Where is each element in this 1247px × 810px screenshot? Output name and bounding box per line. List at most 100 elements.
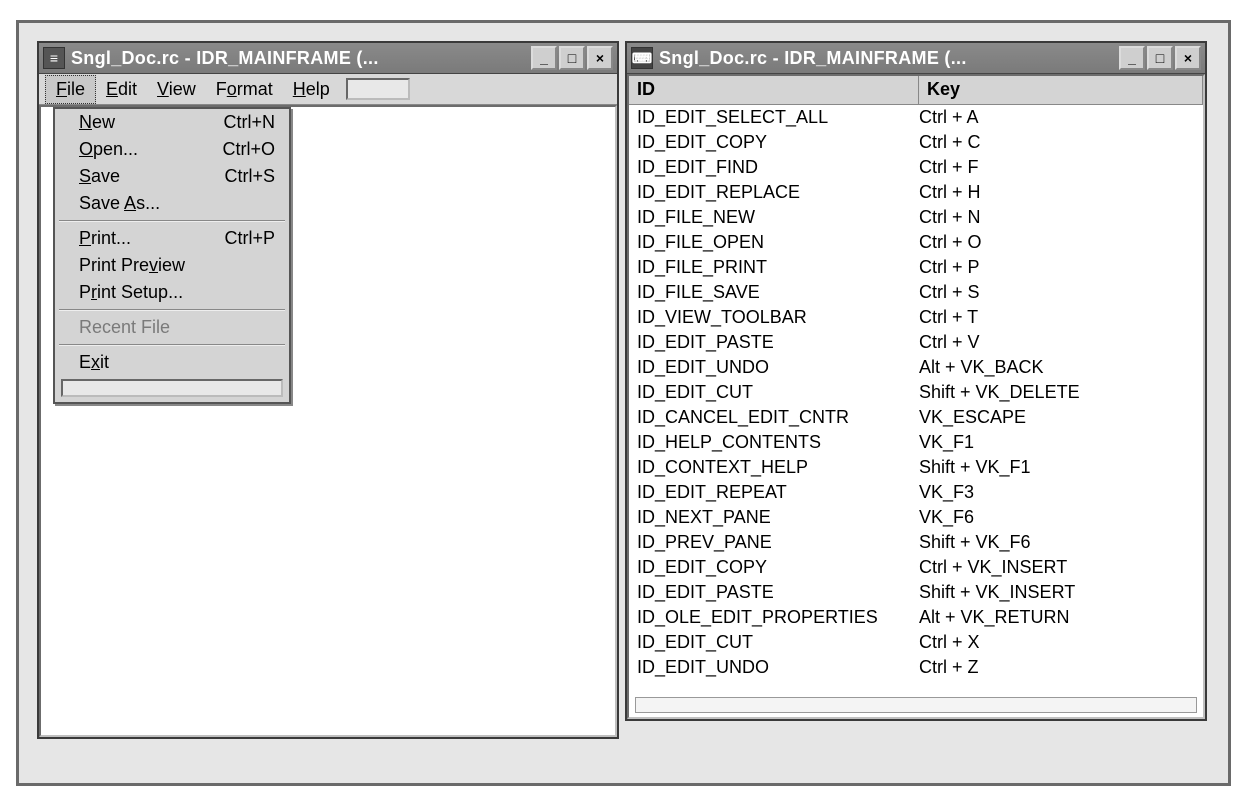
accel-key: Ctrl + Z: [919, 655, 1195, 680]
maximize-button[interactable]: □: [559, 46, 585, 70]
accel-id: ID_EDIT_FIND: [637, 155, 919, 180]
accel-key: Shift + VK_F1: [919, 455, 1195, 480]
menu-format[interactable]: Format: [206, 76, 283, 103]
table-row[interactable]: ID_EDIT_PASTEShift + VK_INSERT: [629, 580, 1203, 605]
close-button[interactable]: ×: [1175, 46, 1201, 70]
accel-id: ID_NEXT_PANE: [637, 505, 919, 530]
accel-id: ID_OLE_EDIT_PROPERTIES: [637, 605, 919, 630]
column-headers: ID Key: [629, 76, 1203, 105]
accel-id: ID_EDIT_PASTE: [637, 330, 919, 355]
table-row[interactable]: ID_EDIT_PASTECtrl + V: [629, 330, 1203, 355]
table-row[interactable]: ID_EDIT_CUTCtrl + X: [629, 630, 1203, 655]
menu-view[interactable]: View: [147, 76, 206, 103]
accel-id: ID_EDIT_PASTE: [637, 580, 919, 605]
table-row[interactable]: ID_EDIT_REPEATVK_F3: [629, 480, 1203, 505]
menu-client-area: New Ctrl+N Open... Ctrl+O Save Ctrl+S: [39, 105, 617, 737]
menu-print-setup[interactable]: Print Setup...: [55, 279, 289, 306]
accel-id: ID_EDIT_CUT: [637, 380, 919, 405]
menu-editor-icon: ≡: [43, 47, 65, 69]
separator: [59, 344, 285, 346]
accel-key: VK_F6: [919, 505, 1195, 530]
table-row[interactable]: ID_EDIT_UNDOAlt + VK_BACK: [629, 355, 1203, 380]
minimize-button[interactable]: _: [531, 46, 557, 70]
table-row[interactable]: ID_CONTEXT_HELPShift + VK_F1: [629, 455, 1203, 480]
accelerator-rows: ID_EDIT_SELECT_ALLCtrl + AID_EDIT_COPYCt…: [629, 105, 1203, 695]
table-row[interactable]: ID_FILE_NEWCtrl + N: [629, 205, 1203, 230]
accel-key: Ctrl + T: [919, 305, 1195, 330]
accel-id: ID_VIEW_TOOLBAR: [637, 305, 919, 330]
table-row[interactable]: ID_EDIT_COPYCtrl + VK_INSERT: [629, 555, 1203, 580]
table-row[interactable]: ID_EDIT_REPLACECtrl + H: [629, 180, 1203, 205]
accel-id: ID_FILE_OPEN: [637, 230, 919, 255]
accel-key: Ctrl + X: [919, 630, 1195, 655]
table-row[interactable]: ID_NEXT_PANEVK_F6: [629, 505, 1203, 530]
menu-exit[interactable]: Exit: [55, 349, 289, 376]
new-accelerator-slot[interactable]: [635, 697, 1197, 713]
accel-id: ID_EDIT_UNDO: [637, 355, 919, 380]
menu-save-as[interactable]: Save As...: [55, 190, 289, 217]
menu-new[interactable]: New Ctrl+N: [55, 109, 289, 136]
menu-edit[interactable]: Edit: [96, 76, 147, 103]
titlebar-left[interactable]: ≡ Sngl_Doc.rc - IDR_MAINFRAME (... _ □ ×: [39, 43, 617, 74]
table-row[interactable]: ID_CANCEL_EDIT_CNTRVK_ESCAPE: [629, 405, 1203, 430]
separator: [59, 309, 285, 311]
table-row[interactable]: ID_FILE_PRINTCtrl + P: [629, 255, 1203, 280]
accel-key: Shift + VK_DELETE: [919, 380, 1195, 405]
table-row[interactable]: ID_EDIT_UNDOCtrl + Z: [629, 655, 1203, 680]
accel-key: Ctrl + S: [919, 280, 1195, 305]
table-row[interactable]: ID_EDIT_COPYCtrl + C: [629, 130, 1203, 155]
accel-id: ID_CANCEL_EDIT_CNTR: [637, 405, 919, 430]
accel-key: Ctrl + H: [919, 180, 1195, 205]
accel-id: ID_HELP_CONTENTS: [637, 430, 919, 455]
accel-key: VK_F1: [919, 430, 1195, 455]
close-button[interactable]: ×: [587, 46, 613, 70]
separator: [59, 220, 285, 222]
accel-key: Ctrl + N: [919, 205, 1195, 230]
table-row[interactable]: ID_OLE_EDIT_PROPERTIESAlt + VK_RETURN: [629, 605, 1203, 630]
new-top-menu-slot[interactable]: [346, 78, 410, 100]
accel-id: ID_EDIT_SELECT_ALL: [637, 105, 919, 130]
table-row[interactable]: ID_PREV_PANEShift + VK_F6: [629, 530, 1203, 555]
menu-print[interactable]: Print... Ctrl+P: [55, 225, 289, 252]
accel-key: VK_F3: [919, 480, 1195, 505]
new-menu-item-slot[interactable]: [61, 379, 283, 397]
table-row[interactable]: ID_VIEW_TOOLBARCtrl + T: [629, 305, 1203, 330]
table-row[interactable]: ID_EDIT_CUTShift + VK_DELETE: [629, 380, 1203, 405]
menu-file[interactable]: File: [45, 75, 96, 104]
menu-print-preview[interactable]: Print Preview: [55, 252, 289, 279]
accel-key: Shift + VK_F6: [919, 530, 1195, 555]
table-row[interactable]: ID_HELP_CONTENTSVK_F1: [629, 430, 1203, 455]
accel-key: Ctrl + C: [919, 130, 1195, 155]
accel-id: ID_FILE_PRINT: [637, 255, 919, 280]
accel-key: Shift + VK_INSERT: [919, 580, 1195, 605]
window-controls-left: _ □ ×: [531, 46, 613, 70]
accel-id: ID_EDIT_CUT: [637, 630, 919, 655]
table-row[interactable]: ID_EDIT_FINDCtrl + F: [629, 155, 1203, 180]
maximize-button[interactable]: □: [1147, 46, 1173, 70]
table-row[interactable]: ID_FILE_SAVECtrl + S: [629, 280, 1203, 305]
accelerator-icon: ⌨: [631, 47, 653, 69]
accel-id: ID_EDIT_REPLACE: [637, 180, 919, 205]
menu-help[interactable]: Help: [283, 76, 340, 103]
accel-key: Alt + VK_RETURN: [919, 605, 1195, 630]
menu-open[interactable]: Open... Ctrl+O: [55, 136, 289, 163]
accel-id: ID_FILE_NEW: [637, 205, 919, 230]
accel-id: ID_FILE_SAVE: [637, 280, 919, 305]
accel-key: Ctrl + V: [919, 330, 1195, 355]
accel-id: ID_CONTEXT_HELP: [637, 455, 919, 480]
menu-recent-file[interactable]: Recent File: [55, 314, 289, 341]
accel-key: Ctrl + A: [919, 105, 1195, 130]
column-header-id[interactable]: ID: [629, 76, 919, 104]
accel-key: Alt + VK_BACK: [919, 355, 1195, 380]
column-header-key[interactable]: Key: [919, 76, 1203, 104]
titlebar-right[interactable]: ⌨ Sngl_Doc.rc - IDR_MAINFRAME (... _ □ ×: [627, 43, 1205, 74]
file-menu-dropdown: New Ctrl+N Open... Ctrl+O Save Ctrl+S: [53, 107, 291, 404]
menubar: File Edit View Format Help: [39, 74, 617, 105]
window-controls-right: _ □ ×: [1119, 46, 1201, 70]
accel-id: ID_EDIT_UNDO: [637, 655, 919, 680]
menu-save[interactable]: Save Ctrl+S: [55, 163, 289, 190]
minimize-button[interactable]: _: [1119, 46, 1145, 70]
accel-key: Ctrl + O: [919, 230, 1195, 255]
table-row[interactable]: ID_EDIT_SELECT_ALLCtrl + A: [629, 105, 1203, 130]
table-row[interactable]: ID_FILE_OPENCtrl + O: [629, 230, 1203, 255]
